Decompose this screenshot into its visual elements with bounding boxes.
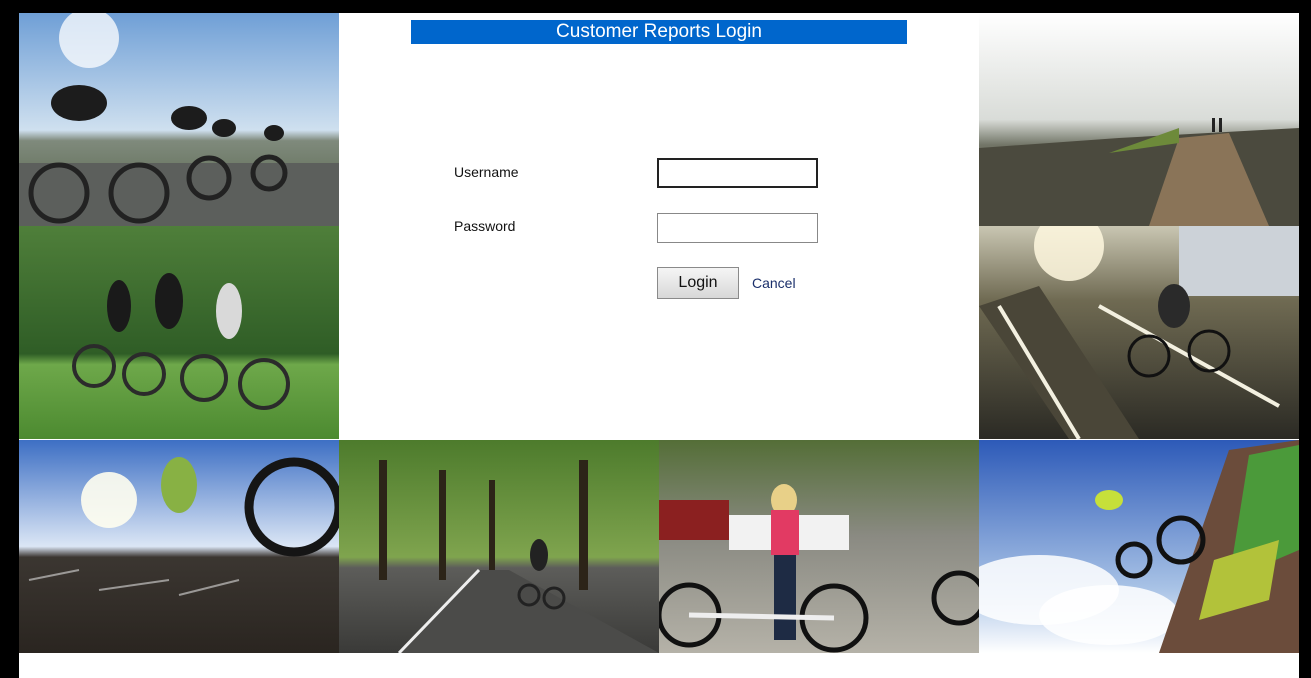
photo-park-riders [19, 226, 339, 439]
cancel-link[interactable]: Cancel [752, 275, 796, 291]
photo-tree-avenue [339, 440, 659, 653]
page-title: Customer Reports Login [411, 20, 907, 44]
photo-bmx-jump-wall [19, 440, 339, 653]
password-label: Password [454, 218, 516, 234]
photo-road-cyclists [19, 13, 339, 226]
photo-city-cyclist [979, 226, 1299, 439]
username-label: Username [454, 164, 519, 180]
username-input[interactable] [657, 158, 818, 188]
photo-woman-bike [659, 440, 979, 653]
photo-bmx-ramp [979, 440, 1299, 653]
login-button[interactable]: Login [657, 267, 739, 299]
login-page: Customer Reports Login Username Password… [19, 13, 1299, 678]
password-input[interactable] [657, 213, 818, 243]
photo-coastal-trail [979, 13, 1299, 226]
